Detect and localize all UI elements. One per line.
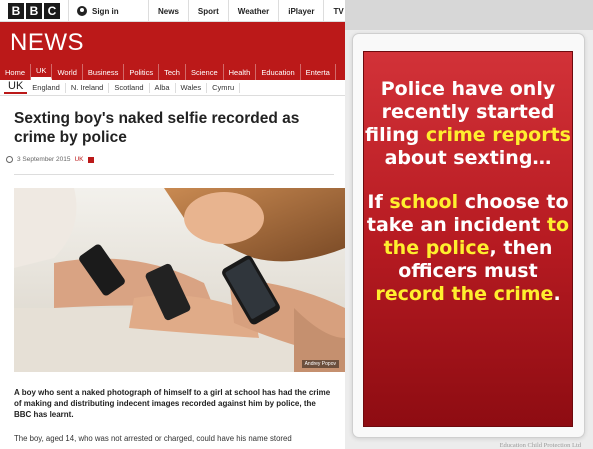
sign-in-label: Sign in <box>92 6 119 16</box>
sub-nav-scotland[interactable]: Scotland <box>109 82 150 93</box>
sub-nav-current[interactable]: UK <box>4 81 28 94</box>
callout-highlight: crime reports <box>425 124 571 146</box>
callout-text-part: If <box>367 191 390 213</box>
article-meta: 3 September 2015 UK <box>6 156 94 163</box>
article-date: 3 September 2015 <box>17 156 71 163</box>
slide-top-strip <box>345 0 593 30</box>
section-world[interactable]: World <box>52 64 83 80</box>
top-nav: News Sport Weather iPlayer TV Ra <box>148 0 345 22</box>
bbc-article-screenshot: B B C Sign in News Sport Weather iPlayer… <box>0 0 345 449</box>
article-body: The boy, aged 14, who was not arrested o… <box>14 434 292 443</box>
top-nav-news[interactable]: News <box>148 0 188 22</box>
section-tech[interactable]: Tech <box>159 64 186 80</box>
section-science[interactable]: Science <box>186 64 224 80</box>
news-header: NEWS Home UK World Business Politics Tec… <box>0 22 345 80</box>
footer-credit: Education Child Protection Ltd <box>499 442 581 449</box>
callout-text: Police have only recently started filing… <box>363 78 573 306</box>
bbc-top-bar: B B C Sign in News Sport Weather iPlayer… <box>0 0 345 22</box>
section-politics[interactable]: Politics <box>124 64 160 80</box>
article-photo: Andrey Popov <box>14 188 345 372</box>
news-brand[interactable]: NEWS <box>10 29 84 57</box>
top-nav-weather[interactable]: Weather <box>227 0 278 22</box>
callout-highlight: school <box>389 191 459 213</box>
section-business[interactable]: Business <box>83 64 125 80</box>
sub-nav-england[interactable]: England <box>27 82 66 93</box>
user-icon <box>77 6 87 16</box>
callout-text-part: about sexting… <box>384 147 552 169</box>
section-uk[interactable]: UK <box>31 64 53 80</box>
logo-letter: B <box>8 3 24 19</box>
callout-paragraph-2: If school choose to take an incident to … <box>363 191 573 306</box>
section-entertainment[interactable]: Enterta <box>301 64 336 80</box>
article-section-link[interactable]: UK <box>74 156 83 163</box>
section-home[interactable]: Home <box>0 64 32 80</box>
article-headline: Sexting boy's naked selfie recorded as c… <box>14 110 300 146</box>
sub-nav: UK England N. Ireland Scotland Alba Wale… <box>0 80 345 96</box>
sign-in-link[interactable]: Sign in <box>68 0 119 22</box>
top-nav-iplayer[interactable]: iPlayer <box>278 0 323 22</box>
sub-nav-cymru[interactable]: Cymru <box>207 82 241 93</box>
section-nav: Home UK World Business Politics Tech Sci… <box>0 64 336 80</box>
top-nav-sport[interactable]: Sport <box>187 0 228 22</box>
sub-nav-alba[interactable]: Alba <box>150 82 176 93</box>
divider <box>14 174 334 175</box>
sub-nav-n-ireland[interactable]: N. Ireland <box>66 82 110 93</box>
bbc-logo[interactable]: B B C <box>8 3 60 19</box>
teens-with-phones-image <box>14 188 345 372</box>
article-lede: A boy who sent a naked photograph of him… <box>14 388 331 419</box>
callout-paragraph-1: Police have only recently started filing… <box>363 78 573 170</box>
callout-text-part: . <box>553 283 561 305</box>
clock-icon <box>6 156 13 163</box>
top-nav-tv[interactable]: TV <box>323 0 345 22</box>
photo-credit: Andrey Popov <box>301 360 339 368</box>
section-health[interactable]: Health <box>224 64 257 80</box>
section-education[interactable]: Education <box>256 64 301 80</box>
sub-nav-wales[interactable]: Wales <box>176 82 208 93</box>
logo-letter: B <box>26 3 42 19</box>
callout-highlight: record the crime <box>375 283 554 305</box>
logo-letter: C <box>44 3 60 19</box>
share-flag-icon[interactable] <box>87 156 94 163</box>
